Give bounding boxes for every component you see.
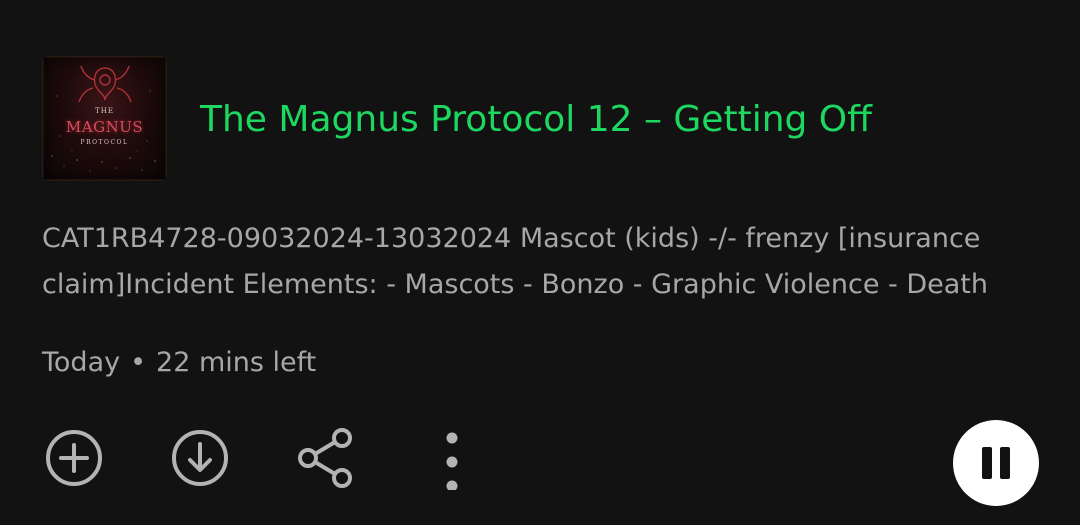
cover-title-text: MAGNUS xyxy=(65,118,144,136)
download-circle-icon xyxy=(172,430,228,486)
cover-the-text: THE xyxy=(95,107,114,115)
episode-actions xyxy=(0,420,1080,506)
add-to-library-button[interactable] xyxy=(42,426,106,490)
episode-description[interactable]: CAT1RB4728-09032024-13032024 Mascot (kid… xyxy=(42,216,1040,308)
episode-card: THE MAGNUS PROTOCOL The Magnus Protocol … xyxy=(0,0,1080,525)
more-vertical-icon xyxy=(446,432,458,490)
time-remaining: 22 mins left xyxy=(156,347,317,378)
episode-meta: Today • 22 mins left xyxy=(42,340,316,386)
cover-subtitle-text: PROTOCOL xyxy=(80,139,129,146)
podcast-cover-art[interactable]: THE MAGNUS PROTOCOL xyxy=(42,56,167,181)
pause-icon xyxy=(982,447,1010,479)
share-button[interactable] xyxy=(294,426,358,490)
pause-button[interactable] xyxy=(953,420,1039,506)
release-date: Today xyxy=(42,347,121,378)
meta-separator: • xyxy=(130,347,147,378)
cover-crest xyxy=(42,62,167,106)
download-button[interactable] xyxy=(168,426,232,490)
more-options-button[interactable] xyxy=(420,426,484,490)
share-icon xyxy=(298,428,352,488)
plus-circle-icon xyxy=(46,430,102,486)
episode-title[interactable]: The Magnus Protocol 12 – Getting Off xyxy=(200,92,1060,148)
